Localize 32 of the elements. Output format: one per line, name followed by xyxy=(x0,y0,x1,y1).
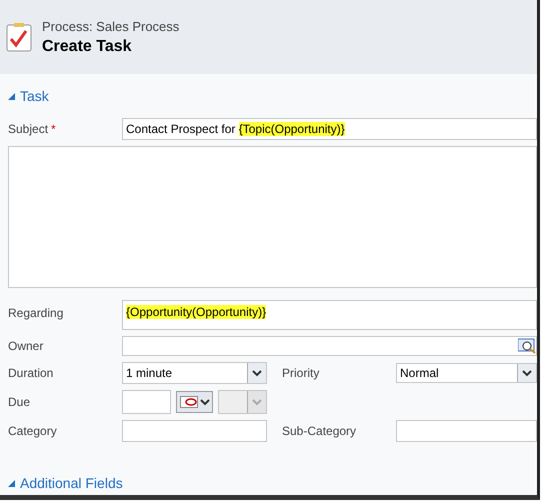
duration-select[interactable]: 1 minute xyxy=(122,362,267,384)
section-toggle[interactable]: Additional Fields xyxy=(8,475,123,491)
required-mark: * xyxy=(51,122,56,136)
section-toggle[interactable]: Task xyxy=(8,88,49,104)
subject-field[interactable]: Contact Prospect for {Topic(Opportunity)} xyxy=(122,118,537,140)
priority-select[interactable]: Normal xyxy=(396,363,537,383)
description-field[interactable] xyxy=(8,146,537,288)
category-field[interactable] xyxy=(122,420,267,442)
chevron-icon xyxy=(522,370,532,376)
chevron-icon xyxy=(252,398,262,406)
field-label: Priority xyxy=(282,366,320,380)
sub-category-field[interactable] xyxy=(396,420,537,442)
field-label: Sub-Category xyxy=(282,424,358,438)
field-label: Owner xyxy=(8,339,44,353)
form-title: Create Task xyxy=(42,38,133,56)
calendar-button[interactable] xyxy=(176,391,214,413)
chevron-icon xyxy=(200,398,210,406)
field-label: Due xyxy=(8,395,32,409)
field-label: Regarding xyxy=(8,305,64,320)
chevron-icon xyxy=(252,370,262,376)
lookup-icon[interactable] xyxy=(518,338,536,354)
calendar-icon xyxy=(180,396,198,408)
owner-field[interactable] xyxy=(122,336,537,356)
process-name: Process: Sales Process xyxy=(42,18,180,34)
field-label: Subject * xyxy=(8,122,57,136)
date-field[interactable] xyxy=(122,390,171,414)
task-icon xyxy=(6,22,32,52)
regarding-field[interactable]: {Opportunity(Opportunity)} xyxy=(122,300,537,330)
triangle-icon xyxy=(8,92,15,100)
field-label: Duration xyxy=(8,366,54,380)
field-label: Category xyxy=(8,424,58,438)
triangle-icon xyxy=(8,480,15,486)
